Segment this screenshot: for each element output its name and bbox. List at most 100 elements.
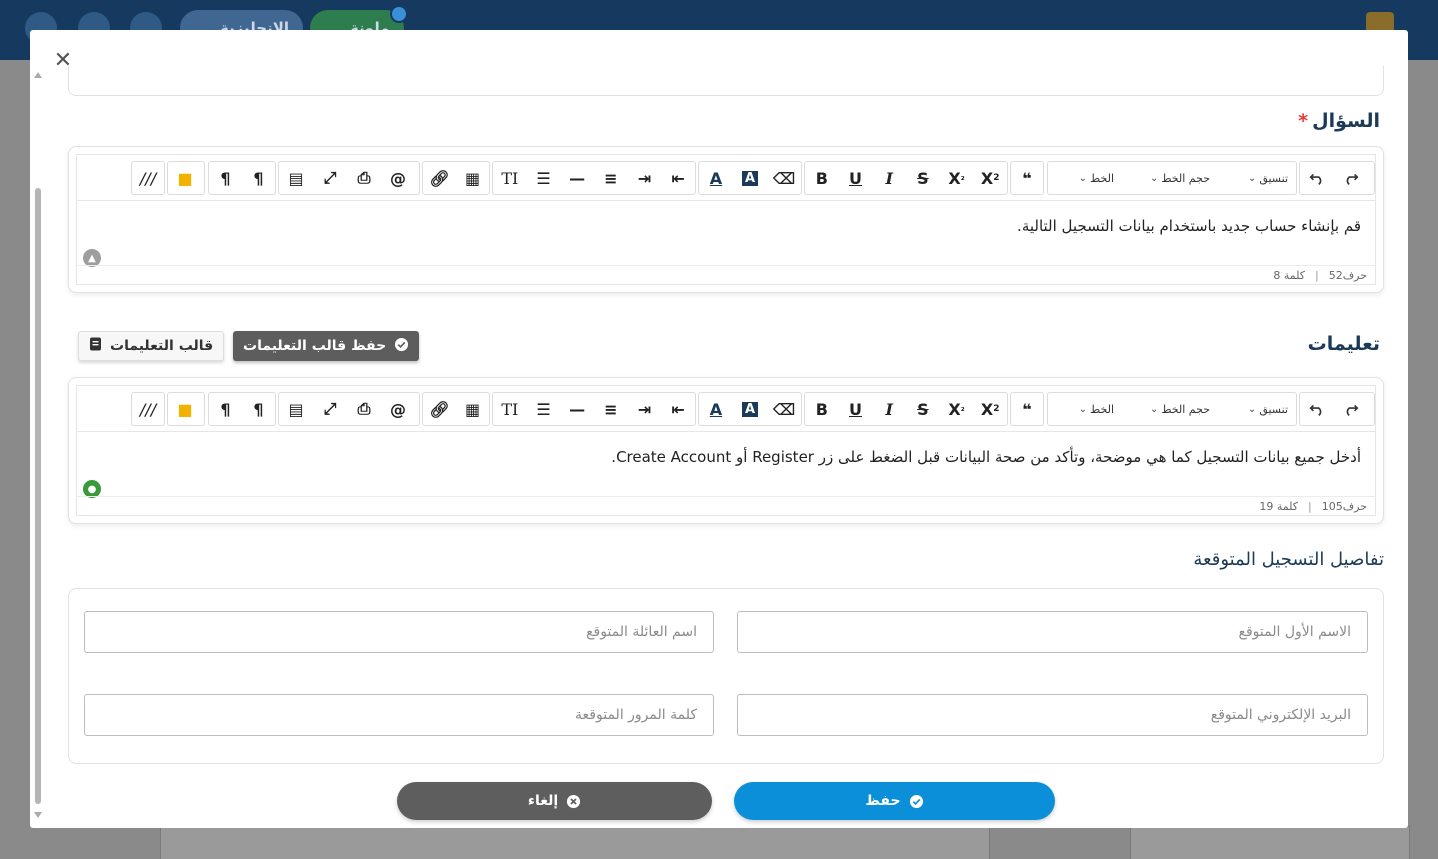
quote-group: ❝ [1010, 392, 1044, 426]
ordered-list-icon[interactable]: ☰ [527, 393, 561, 425]
underline-icon[interactable]: U [839, 393, 873, 425]
text-size-icon[interactable]: TI [493, 162, 527, 194]
save-button-label: حفظ [865, 793, 901, 809]
format-select[interactable]: تنسيق ⌄ [1218, 162, 1296, 194]
format-select[interactable]: تنسيق ⌄ [1218, 393, 1296, 425]
fullscreen-icon[interactable]: ⤢ [313, 393, 347, 425]
strikethrough-icon[interactable]: S [906, 393, 940, 425]
template-button[interactable]: قالب التعليمات [78, 331, 225, 361]
highlight-color-icon[interactable]: A [733, 393, 767, 425]
source-group: /// [131, 392, 165, 426]
scroll-up-arrow[interactable] [34, 72, 42, 78]
blockquote-icon[interactable]: ❝ [1011, 162, 1043, 194]
template-label: قالب التعليمات [110, 338, 214, 354]
instructions-toolbar: تنسيق ⌄ حجم الخط ⌄ الخط ⌄ ❝ B U I S X₂ X2 A [77, 386, 1375, 432]
password-placeholder: كلمة المرور المتوقعة [575, 707, 697, 723]
save-button[interactable]: حفظ [734, 782, 1055, 820]
indent-icon[interactable]: ⇥ [628, 162, 662, 194]
font-select[interactable]: الخط ⌄ [1052, 393, 1122, 425]
rtl-icon[interactable]: ¶ [242, 393, 275, 425]
folder-icon[interactable]: ■ [168, 162, 202, 194]
fullscreen-icon[interactable]: ⤢ [313, 162, 347, 194]
underline-icon[interactable]: U [839, 162, 873, 194]
subscript-icon[interactable]: X₂ [940, 162, 974, 194]
question-editor-footer: حرف52|كلمة 8 [77, 265, 1375, 284]
blockquote-icon[interactable]: ❝ [1011, 393, 1043, 425]
outdent-icon[interactable]: ⇤ [661, 162, 695, 194]
superscript-icon[interactable]: X2 [973, 162, 1007, 194]
bold-icon[interactable]: B [805, 393, 839, 425]
source-code-icon[interactable]: /// [132, 162, 164, 194]
font-size-select[interactable]: حجم الخط ⌄ [1122, 393, 1218, 425]
subscript-icon[interactable]: X₂ [940, 393, 974, 425]
instructions-editor: تنسيق ⌄ حجم الخط ⌄ الخط ⌄ ❝ B U I S X₂ X2 A [76, 385, 1376, 516]
table-icon[interactable]: ▦ [456, 393, 489, 425]
font-color-icon[interactable]: A [699, 393, 733, 425]
expected-first-name-field[interactable]: الاسم الأول المتوقع [737, 611, 1368, 653]
highlight-color-icon[interactable]: A [733, 162, 767, 194]
instructions-editor-body[interactable]: أدخل جميع بيانات التسجيل كما هي موضحة، و… [77, 432, 1375, 496]
source-code-icon[interactable]: /// [132, 393, 164, 425]
ltr-icon[interactable]: ¶ [209, 162, 242, 194]
char-count: حرف52 [1328, 269, 1367, 282]
background-panel [160, 826, 990, 859]
font-select-group: تنسيق ⌄ حجم الخط ⌄ الخط ⌄ [1047, 161, 1297, 195]
paragraph-group: TI ☰ — ≡ ⇥ ⇤ [492, 392, 696, 426]
rtl-icon[interactable]: ¶ [242, 162, 275, 194]
text-size-icon[interactable]: TI [493, 393, 527, 425]
bold-icon[interactable]: B [805, 162, 839, 194]
redo-icon[interactable] [1334, 393, 1368, 425]
cancel-button-label: إلغاء [527, 793, 559, 809]
expected-password-field[interactable]: كلمة المرور المتوقعة [84, 694, 714, 736]
expected-email-field[interactable]: البريد الإلكتروني المتوقع [737, 694, 1368, 736]
scroll-down-arrow[interactable] [34, 812, 42, 818]
expected-last-name-field[interactable]: اسم العائلة المتوقع [84, 611, 714, 653]
color-group: A A ⌫ [698, 392, 802, 426]
font-select-label: الخط [1090, 402, 1114, 416]
print-icon[interactable]: ⎙ [347, 162, 381, 194]
eraser-icon[interactable]: ⌫ [767, 393, 801, 425]
cancel-button[interactable]: إلغاء [397, 782, 712, 820]
show-blocks-icon[interactable]: ▤ [279, 162, 313, 194]
scroll-thumb[interactable] [35, 188, 41, 804]
indent-icon[interactable]: ⇥ [628, 393, 662, 425]
show-blocks-icon[interactable]: ▤ [279, 393, 313, 425]
link-icon[interactable]: 🔗︎ [423, 162, 456, 194]
font-select-label: الخط [1090, 171, 1114, 185]
strikethrough-icon[interactable]: S [906, 162, 940, 194]
horizontal-rule-icon[interactable]: — [560, 393, 594, 425]
font-size-select[interactable]: حجم الخط ⌄ [1122, 162, 1218, 194]
registration-fieldset: الاسم الأول المتوقع اسم العائلة المتوقع … [68, 588, 1384, 764]
horizontal-rule-icon[interactable]: — [560, 162, 594, 194]
superscript-icon[interactable]: X2 [973, 393, 1007, 425]
document-icon [89, 337, 102, 355]
font-color-icon[interactable]: A [699, 162, 733, 194]
question-editor-body[interactable]: قم بإنشاء حساب جديد باستخدام بيانات التس… [77, 201, 1375, 265]
question-toolbar: تنسيق ⌄ حجم الخط ⌄ الخط ⌄ ❝ B U I S X₂ X2 [77, 155, 1375, 201]
folder-icon[interactable]: ■ [168, 393, 202, 425]
italic-icon[interactable]: I [872, 162, 906, 194]
outdent-icon[interactable]: ⇤ [661, 393, 695, 425]
eraser-icon[interactable]: ⌫ [767, 162, 801, 194]
question-text: قم بإنشاء حساب جديد باستخدام بيانات التس… [1017, 217, 1361, 235]
align-icon[interactable]: ≡ [594, 162, 628, 194]
word-count: كلمة 8 [1273, 269, 1305, 282]
ltr-icon[interactable]: ¶ [209, 393, 242, 425]
font-select[interactable]: الخط ⌄ [1052, 162, 1122, 194]
italic-icon[interactable]: I [872, 393, 906, 425]
ordered-list-icon[interactable]: ☰ [527, 162, 561, 194]
redo-icon[interactable] [1334, 162, 1368, 194]
char-count: حرف105 [1321, 500, 1367, 513]
font-size-select-label: حجم الخط [1161, 402, 1210, 416]
question-editor-card: تنسيق ⌄ حجم الخط ⌄ الخط ⌄ ❝ B U I S X₂ X2 [68, 146, 1384, 293]
mention-icon[interactable]: @ [381, 162, 415, 194]
direction-group: ¶ ¶ [208, 392, 276, 426]
undo-icon[interactable] [1300, 393, 1334, 425]
link-icon[interactable]: 🔗︎ [423, 393, 456, 425]
print-icon[interactable]: ⎙ [347, 393, 381, 425]
align-icon[interactable]: ≡ [594, 393, 628, 425]
save-template-button[interactable]: حفظ قالب التعليمات [233, 331, 420, 361]
mention-icon[interactable]: @ [381, 393, 415, 425]
undo-icon[interactable] [1300, 162, 1334, 194]
table-icon[interactable]: ▦ [456, 162, 489, 194]
